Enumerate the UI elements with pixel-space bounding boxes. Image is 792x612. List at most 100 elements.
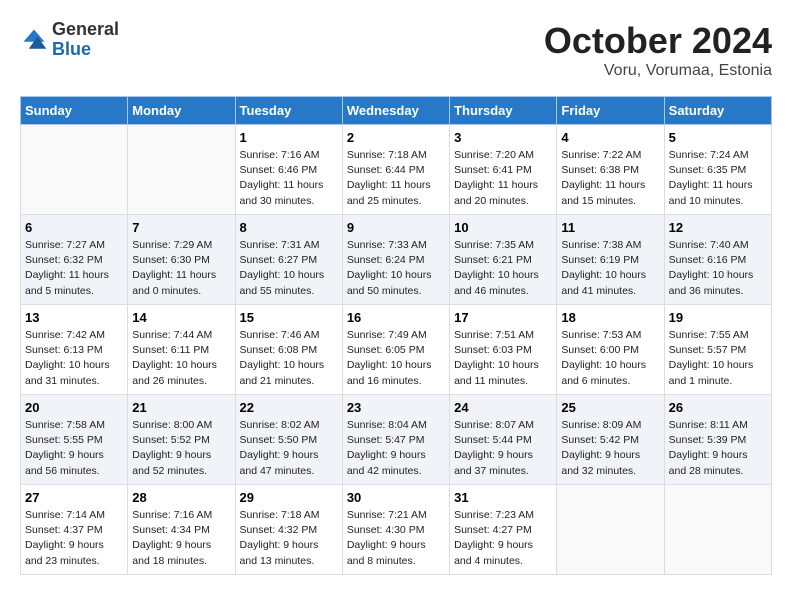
day-number: 28 xyxy=(132,490,230,505)
day-cell: 1Sunrise: 7:16 AM Sunset: 6:46 PM Daylig… xyxy=(235,125,342,215)
day-number: 17 xyxy=(454,310,552,325)
day-number: 26 xyxy=(669,400,767,415)
day-info: Sunrise: 7:16 AM Sunset: 6:46 PM Dayligh… xyxy=(240,148,338,209)
day-cell: 20 Sunrise: 7:58 AM Sunset: 5:55 PM Dayli… xyxy=(21,395,128,485)
day-number: 3 xyxy=(454,130,552,145)
day-number: 14 xyxy=(132,310,230,325)
day-number: 21 xyxy=(132,400,230,415)
day-number: 6 xyxy=(25,220,123,235)
day-info: Sunrise: 7:18 AM Sunset: 6:44 PM Dayligh… xyxy=(347,148,445,209)
day-cell: 21Sunrise: 8:00 AM Sunset: 5:52 PM Dayli… xyxy=(128,395,235,485)
day-number: 30 xyxy=(347,490,445,505)
day-number: 8 xyxy=(240,220,338,235)
day-cell xyxy=(557,485,664,575)
day-cell xyxy=(664,485,771,575)
day-info: Sunrise: 7:24 AM Sunset: 6:35 PM Dayligh… xyxy=(669,148,767,209)
day-number: 19 xyxy=(669,310,767,325)
day-info: Sunrise: 8:09 AM Sunset: 5:42 PM Dayligh… xyxy=(561,418,659,479)
day-cell: 23 Sunrise: 8:04 AM Sunset: 5:47 PM Dayli… xyxy=(342,395,449,485)
day-cell: 22 Sunrise: 8:02 AM Sunset: 5:50 PM Dayli… xyxy=(235,395,342,485)
day-number: 13 xyxy=(25,310,123,325)
logo-blue: Blue xyxy=(52,40,119,60)
day-info: Sunrise: 7:51 AM Sunset: 6:03 PM Dayligh… xyxy=(454,328,552,389)
column-header-saturday: Saturday xyxy=(664,97,771,125)
day-info: Sunrise: 7:18 AM Sunset: 4:32 PM Dayligh… xyxy=(240,508,338,569)
logo: General Blue xyxy=(20,20,119,60)
day-cell: 5Sunrise: 7:24 AM Sunset: 6:35 PM Daylig… xyxy=(664,125,771,215)
day-number: 22 xyxy=(240,400,338,415)
day-info: Sunrise: 7:46 AM Sunset: 6:08 PM Dayligh… xyxy=(240,328,338,389)
day-info: Sunrise: 8:07 AM Sunset: 5:44 PM Dayligh… xyxy=(454,418,552,479)
day-number: 18 xyxy=(561,310,659,325)
day-number: 9 xyxy=(347,220,445,235)
week-row-1: 1Sunrise: 7:16 AM Sunset: 6:46 PM Daylig… xyxy=(21,125,772,215)
day-cell: 27Sunrise: 7:14 AM Sunset: 4:37 PM Dayli… xyxy=(21,485,128,575)
day-info: Sunrise: 7:23 AM Sunset: 4:27 PM Dayligh… xyxy=(454,508,552,569)
day-cell: 17 Sunrise: 7:51 AM Sunset: 6:03 PM Dayli… xyxy=(450,305,557,395)
calendar-location: Voru, Vorumaa, Estonia xyxy=(544,62,772,80)
column-header-friday: Friday xyxy=(557,97,664,125)
column-header-sunday: Sunday xyxy=(21,97,128,125)
day-info: Sunrise: 7:40 AM Sunset: 6:16 PM Dayligh… xyxy=(669,238,767,299)
week-row-5: 27Sunrise: 7:14 AM Sunset: 4:37 PM Dayli… xyxy=(21,485,772,575)
day-number: 23 xyxy=(347,400,445,415)
page-header: General Blue October 2024 Voru, Vorumaa,… xyxy=(20,20,772,80)
day-info: Sunrise: 8:11 AM Sunset: 5:39 PM Dayligh… xyxy=(669,418,767,479)
day-info: Sunrise: 7:55 AM Sunset: 5:57 PM Dayligh… xyxy=(669,328,767,389)
column-header-wednesday: Wednesday xyxy=(342,97,449,125)
day-number: 12 xyxy=(669,220,767,235)
day-cell: 11Sunrise: 7:38 AM Sunset: 6:19 PM Dayli… xyxy=(557,215,664,305)
day-number: 20 xyxy=(25,400,123,415)
day-number: 4 xyxy=(561,130,659,145)
column-header-thursday: Thursday xyxy=(450,97,557,125)
day-info: Sunrise: 7:16 AM Sunset: 4:34 PM Dayligh… xyxy=(132,508,230,569)
day-info: Sunrise: 7:33 AM Sunset: 6:24 PM Dayligh… xyxy=(347,238,445,299)
day-cell: 3Sunrise: 7:20 AM Sunset: 6:41 PM Daylig… xyxy=(450,125,557,215)
day-cell: 16 Sunrise: 7:49 AM Sunset: 6:05 PM Dayli… xyxy=(342,305,449,395)
week-row-4: 20 Sunrise: 7:58 AM Sunset: 5:55 PM Dayli… xyxy=(21,395,772,485)
day-info: Sunrise: 7:49 AM Sunset: 6:05 PM Dayligh… xyxy=(347,328,445,389)
day-cell: 15Sunrise: 7:46 AM Sunset: 6:08 PM Dayli… xyxy=(235,305,342,395)
day-info: Sunrise: 7:35 AM Sunset: 6:21 PM Dayligh… xyxy=(454,238,552,299)
logo-icon xyxy=(20,26,48,54)
day-number: 11 xyxy=(561,220,659,235)
day-cell: 12 Sunrise: 7:40 AM Sunset: 6:16 PM Dayli… xyxy=(664,215,771,305)
day-info: Sunrise: 8:02 AM Sunset: 5:50 PM Dayligh… xyxy=(240,418,338,479)
day-info: Sunrise: 7:31 AM Sunset: 6:27 PM Dayligh… xyxy=(240,238,338,299)
day-info: Sunrise: 7:21 AM Sunset: 4:30 PM Dayligh… xyxy=(347,508,445,569)
day-cell: 14 Sunrise: 7:44 AM Sunset: 6:11 PM Dayli… xyxy=(128,305,235,395)
day-info: Sunrise: 7:27 AM Sunset: 6:32 PM Dayligh… xyxy=(25,238,123,299)
day-cell: 19 Sunrise: 7:55 AM Sunset: 5:57 PM Dayli… xyxy=(664,305,771,395)
day-info: Sunrise: 7:42 AM Sunset: 6:13 PM Dayligh… xyxy=(25,328,123,389)
day-number: 24 xyxy=(454,400,552,415)
day-cell: 13 Sunrise: 7:42 AM Sunset: 6:13 PM Dayli… xyxy=(21,305,128,395)
day-number: 27 xyxy=(25,490,123,505)
day-cell: 7Sunrise: 7:29 AM Sunset: 6:30 PM Daylig… xyxy=(128,215,235,305)
day-number: 25 xyxy=(561,400,659,415)
day-info: Sunrise: 7:58 AM Sunset: 5:55 PM Dayligh… xyxy=(25,418,123,479)
day-cell: 4Sunrise: 7:22 AM Sunset: 6:38 PM Daylig… xyxy=(557,125,664,215)
day-cell: 29 Sunrise: 7:18 AM Sunset: 4:32 PM Dayli… xyxy=(235,485,342,575)
day-cell: 25 Sunrise: 8:09 AM Sunset: 5:42 PM Dayli… xyxy=(557,395,664,485)
day-cell: 9 Sunrise: 7:33 AM Sunset: 6:24 PM Daylig… xyxy=(342,215,449,305)
day-cell: 24 Sunrise: 8:07 AM Sunset: 5:44 PM Dayli… xyxy=(450,395,557,485)
day-cell: 2Sunrise: 7:18 AM Sunset: 6:44 PM Daylig… xyxy=(342,125,449,215)
day-number: 10 xyxy=(454,220,552,235)
logo-general: General xyxy=(52,20,119,40)
week-row-3: 13 Sunrise: 7:42 AM Sunset: 6:13 PM Dayli… xyxy=(21,305,772,395)
week-row-2: 6 Sunrise: 7:27 AM Sunset: 6:32 PM Daylig… xyxy=(21,215,772,305)
day-cell: 8 Sunrise: 7:31 AM Sunset: 6:27 PM Daylig… xyxy=(235,215,342,305)
day-cell: 18Sunrise: 7:53 AM Sunset: 6:00 PM Dayli… xyxy=(557,305,664,395)
day-info: Sunrise: 7:44 AM Sunset: 6:11 PM Dayligh… xyxy=(132,328,230,389)
calendar-table: SundayMondayTuesdayWednesdayThursdayFrid… xyxy=(20,96,772,575)
day-number: 29 xyxy=(240,490,338,505)
calendar-header-row: SundayMondayTuesdayWednesdayThursdayFrid… xyxy=(21,97,772,125)
day-cell: 10 Sunrise: 7:35 AM Sunset: 6:21 PM Dayli… xyxy=(450,215,557,305)
day-cell: 26 Sunrise: 8:11 AM Sunset: 5:39 PM Dayli… xyxy=(664,395,771,485)
day-cell: 28 Sunrise: 7:16 AM Sunset: 4:34 PM Dayli… xyxy=(128,485,235,575)
day-number: 16 xyxy=(347,310,445,325)
column-header-monday: Monday xyxy=(128,97,235,125)
logo-text: General Blue xyxy=(52,20,119,60)
day-info: Sunrise: 8:04 AM Sunset: 5:47 PM Dayligh… xyxy=(347,418,445,479)
day-info: Sunrise: 7:29 AM Sunset: 6:30 PM Dayligh… xyxy=(132,238,230,299)
